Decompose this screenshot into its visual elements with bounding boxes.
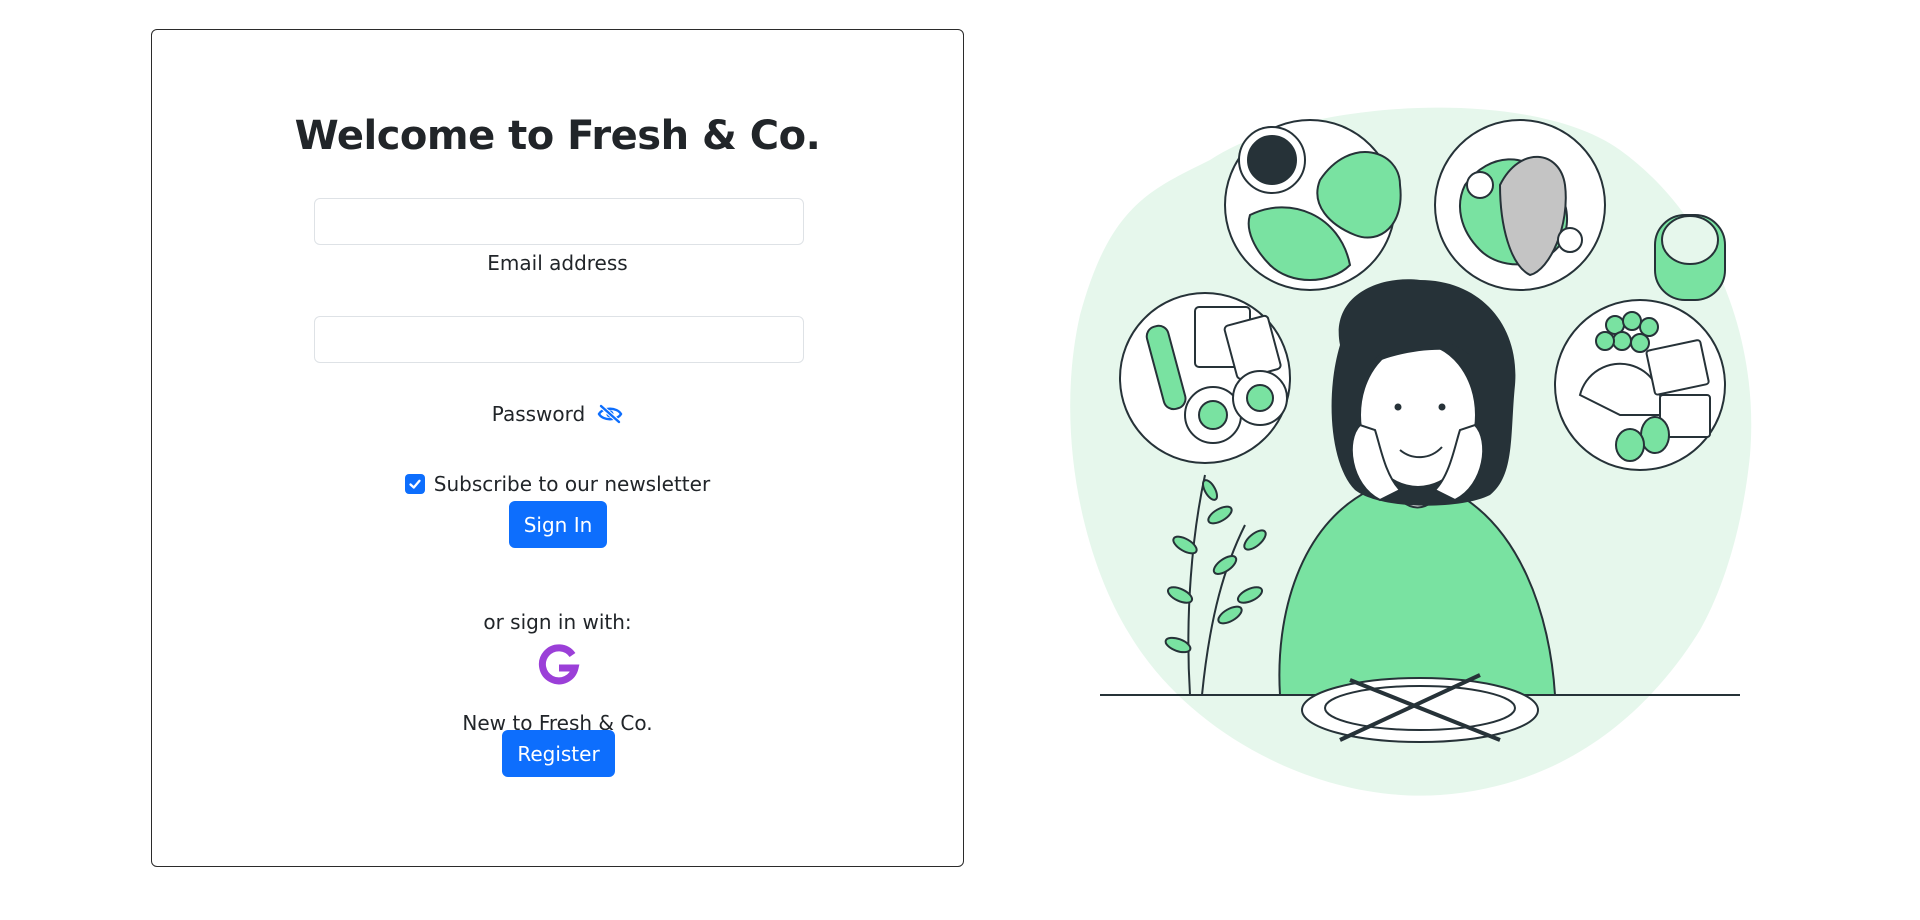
newsletter-checkbox[interactable] [404,474,425,494]
eye-slash-icon[interactable] [597,403,623,425]
register-button[interactable]: Register [502,730,615,777]
check-icon [409,479,421,489]
cheese-plate-icon [1554,299,1726,471]
or-sign-in-text: or sign in with: [483,610,632,634]
email-label: Email address [487,251,628,275]
password-input[interactable] [314,316,804,363]
newsletter-row: Subscribe to our newsletter [152,472,963,496]
sign-in-button[interactable]: Sign In [509,501,607,548]
salmon-plate-icon [1434,119,1606,291]
breakfast-plate-icon [1119,292,1291,464]
page-title: Welcome to Fresh & Co. [294,113,821,159]
google-icon[interactable] [537,644,581,688]
food-illustration [1070,107,1752,796]
password-label: Password [491,402,586,426]
glass-icon [1654,214,1726,301]
password-label-row: Password [152,402,963,426]
email-input[interactable] [314,198,804,245]
newsletter-label: Subscribe to our newsletter [433,472,711,496]
login-card: Welcome to Fresh & Co. Email address Pas… [151,29,964,867]
